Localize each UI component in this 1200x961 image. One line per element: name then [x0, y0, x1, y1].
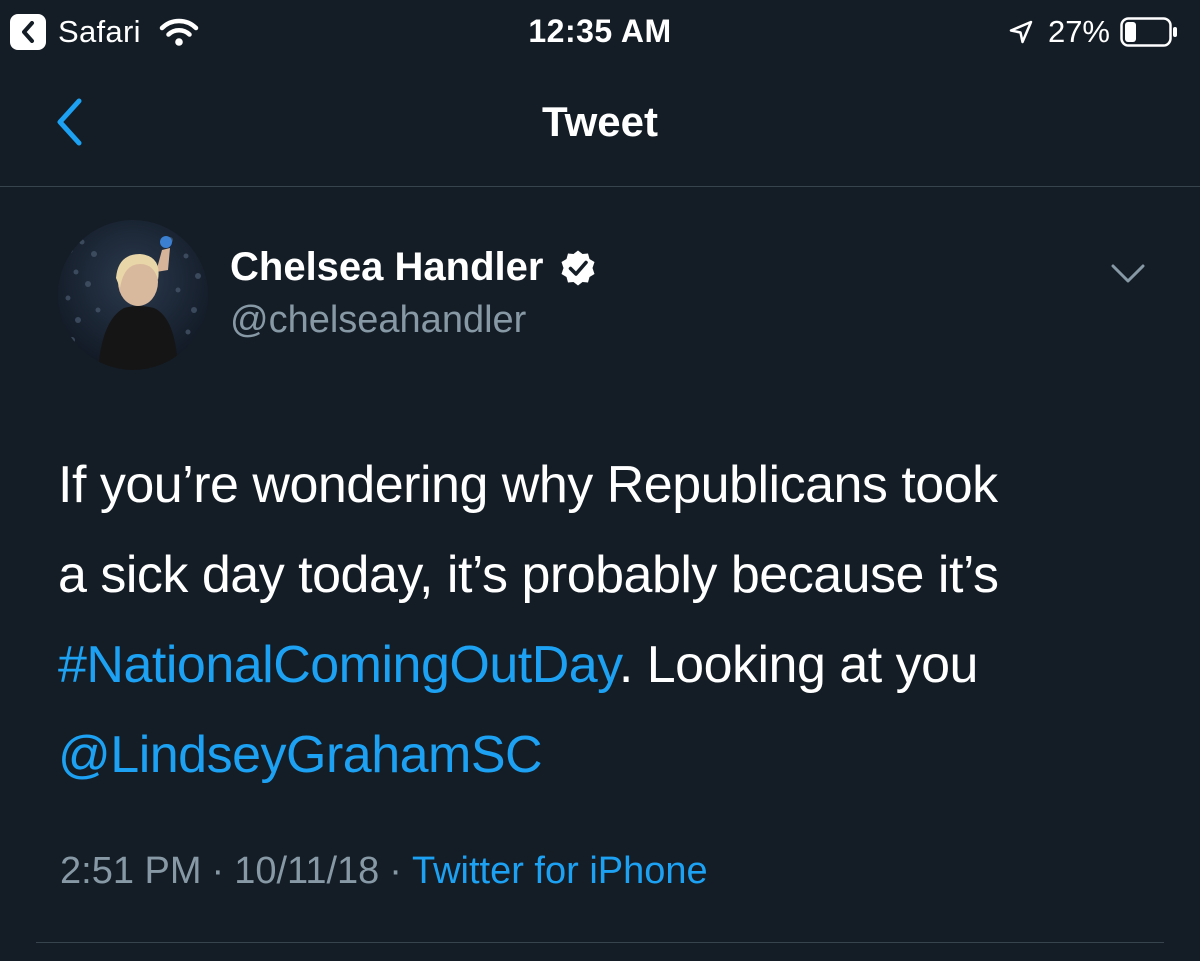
tweet-options-button[interactable] [1106, 258, 1150, 294]
tweet-meta: 2:51 PM · 10/11/18 · Twitter for iPhone [60, 850, 708, 893]
chevron-down-icon [1110, 263, 1146, 290]
tweet-text-segment: . Looking at you [618, 636, 979, 694]
location-arrow-icon [1008, 19, 1034, 45]
tweet-date: 10/11/18 [234, 850, 380, 892]
tweet-text-line: @LindseyGrahamSC [58, 710, 1168, 800]
tweet-text-line: #NationalComingOutDay. Looking at you [58, 620, 1168, 710]
status-indicators: 27% [1008, 12, 1178, 52]
meta-separator: · [389, 850, 402, 892]
tweet-detail-screen: Safari 12:35 AM 27% Tweet Chelsea Handle… [0, 0, 1200, 961]
author-name[interactable]: Chelsea Handler [230, 245, 597, 290]
tweet-text-line: a sick day today, it’s probably because … [58, 546, 999, 604]
verified-badge-icon [559, 249, 597, 287]
tweet-source-link[interactable]: Twitter for iPhone [412, 850, 708, 892]
meta-separator: · [211, 850, 225, 892]
mention-link[interactable]: @LindseyGrahamSC [58, 726, 543, 784]
tweet-text: If you’re wondering why Republicans took… [58, 440, 1168, 800]
tweet-time: 2:51 PM [60, 850, 202, 892]
avatar[interactable] [58, 220, 208, 370]
hashtag-link[interactable]: #NationalComingOutDay [58, 636, 619, 694]
author-name-text: Chelsea Handler [230, 245, 544, 289]
battery-icon [1120, 17, 1178, 47]
tweet-text-line: If you’re wondering why Republicans took [58, 456, 998, 514]
status-bar: Safari 12:35 AM 27% [0, 0, 1200, 64]
author-handle[interactable]: @chelseahandler [230, 299, 526, 342]
divider [36, 942, 1164, 943]
page-title: Tweet [542, 98, 658, 145]
navigation-bar: Tweet [0, 64, 1200, 187]
battery-percent: 27% [1047, 14, 1110, 49]
